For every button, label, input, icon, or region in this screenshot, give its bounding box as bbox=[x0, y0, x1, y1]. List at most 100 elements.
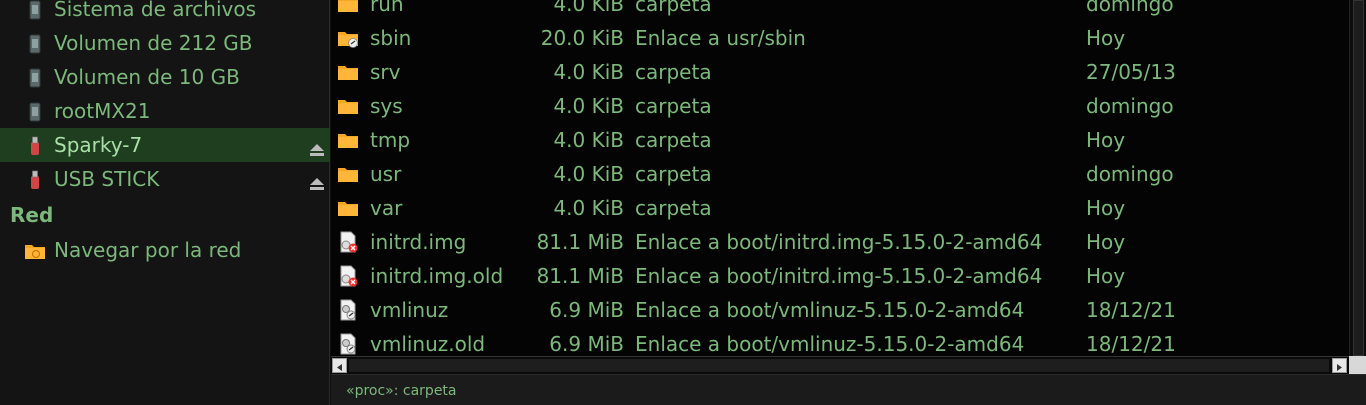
file-size: 81.1 MiB bbox=[536, 230, 624, 254]
file-name: initrd.img.old bbox=[370, 264, 504, 288]
file-size: 20.0 KiB bbox=[540, 26, 624, 50]
file-name: usr bbox=[370, 162, 402, 186]
file-name: tmp bbox=[370, 128, 411, 152]
file-size: 4.0 KiB bbox=[553, 60, 624, 84]
arrow-right-icon bbox=[1337, 364, 1342, 371]
file-name: run bbox=[370, 0, 404, 16]
file-date: domingo bbox=[1086, 162, 1174, 186]
file-size: 4.0 KiB bbox=[553, 0, 624, 16]
file-name: vmlinuz.old bbox=[370, 332, 486, 356]
horizontal-scrollbar[interactable] bbox=[331, 356, 1349, 374]
file-list[interactable]: run 4.0 KiB carpeta domingo sbin 20.0 KiB Enla… bbox=[331, 0, 1366, 374]
scroll-right-button[interactable] bbox=[1332, 358, 1347, 373]
folder-icon bbox=[337, 61, 359, 83]
file-type: Enlace a boot/vmlinuz-5.15.0-2-amd64 bbox=[635, 332, 1025, 356]
horizontal-scroll-thumb[interactable] bbox=[349, 359, 1329, 372]
file-row[interactable]: usr 4.0 KiB carpeta domingo bbox=[331, 157, 1349, 191]
eject-icon[interactable] bbox=[309, 172, 325, 190]
sidebar-item-label: Navegar por la red bbox=[54, 238, 242, 262]
folder-icon bbox=[337, 95, 359, 117]
sidebar-item-label: Volumen de 10 GB bbox=[54, 65, 240, 89]
sidebar-item-label: Sparky-7 bbox=[54, 133, 143, 157]
file-name: initrd.img bbox=[370, 230, 467, 254]
file-date: 18/12/21 bbox=[1086, 298, 1176, 322]
eject-icon[interactable] bbox=[309, 138, 325, 156]
drive-icon bbox=[24, 67, 44, 88]
sidebar-item-device[interactable]: Volumen de 10 GB bbox=[0, 60, 330, 94]
file-type: Enlace a usr/sbin bbox=[635, 26, 806, 50]
file-size: 6.9 MiB bbox=[549, 332, 624, 356]
folder-icon bbox=[337, 197, 359, 219]
sidebar: Sistema de archivos Volumen de 212 GB Volu… bbox=[0, 0, 330, 405]
file-row[interactable]: tmp 4.0 KiB carpeta Hoy bbox=[331, 123, 1349, 157]
scrollbar-corner bbox=[1349, 356, 1366, 374]
file-size: 4.0 KiB bbox=[553, 128, 624, 152]
file-row[interactable]: srv 4.0 KiB carpeta 27/05/13 bbox=[331, 55, 1349, 89]
file-date: Hoy bbox=[1086, 196, 1126, 220]
file-type: Enlace a boot/vmlinuz-5.15.0-2-amd64 bbox=[635, 298, 1025, 322]
folder-link-icon bbox=[337, 27, 359, 49]
file-type: carpeta bbox=[635, 94, 712, 118]
folder-icon bbox=[337, 0, 359, 15]
sidebar-item-device[interactable]: rootMX21 bbox=[0, 94, 330, 128]
file-type: carpeta bbox=[635, 162, 712, 186]
file-size: 4.0 KiB bbox=[553, 196, 624, 220]
file-row[interactable]: initrd.img.old 81.1 MiB Enlace a boot/init… bbox=[331, 259, 1349, 293]
file-type: carpeta bbox=[635, 128, 712, 152]
sidebar-item-label: Volumen de 212 GB bbox=[54, 31, 253, 55]
sidebar-item-label: Sistema de archivos bbox=[54, 0, 257, 21]
usb-drive-icon bbox=[24, 169, 44, 189]
file-name: sys bbox=[370, 94, 403, 118]
broken-link-icon bbox=[337, 231, 359, 253]
sidebar-item-device[interactable]: USB STICK bbox=[0, 162, 330, 196]
file-date: Hoy bbox=[1086, 230, 1126, 254]
status-text: «proc»: carpeta bbox=[346, 383, 457, 399]
file-row[interactable]: sbin 20.0 KiB Enlace a usr/sbin Hoy bbox=[331, 21, 1349, 55]
network-folder-icon bbox=[24, 240, 45, 260]
file-size: 4.0 KiB bbox=[553, 94, 624, 118]
file-date: domingo bbox=[1086, 0, 1174, 16]
file-type: carpeta bbox=[635, 60, 712, 84]
file-date: Hoy bbox=[1086, 128, 1126, 152]
file-row[interactable]: sys 4.0 KiB carpeta domingo bbox=[331, 89, 1349, 123]
file-size: 81.1 MiB bbox=[536, 264, 624, 288]
sidebar-item-device[interactable]: Sparky-7 bbox=[0, 128, 330, 162]
file-link-icon bbox=[337, 333, 359, 355]
status-bar: «proc»: carpeta bbox=[331, 374, 1366, 405]
file-name: vmlinuz bbox=[370, 298, 449, 322]
drive-icon bbox=[24, 101, 44, 122]
vertical-scrollbar[interactable] bbox=[1349, 0, 1366, 374]
broken-link-icon bbox=[337, 265, 359, 287]
scroll-left-button[interactable] bbox=[332, 358, 347, 373]
drive-icon bbox=[24, 33, 44, 54]
drive-icon bbox=[24, 0, 44, 20]
vertical-scroll-thumb[interactable] bbox=[1353, 0, 1364, 356]
sidebar-item-browse-network[interactable]: Navegar por la red bbox=[0, 233, 330, 267]
file-row[interactable]: run 4.0 KiB carpeta domingo bbox=[331, 0, 1349, 21]
usb-drive-icon bbox=[24, 135, 44, 155]
file-date: Hoy bbox=[1086, 26, 1126, 50]
sidebar-item-device[interactable]: Volumen de 212 GB bbox=[0, 26, 330, 60]
file-type: carpeta bbox=[635, 0, 712, 16]
file-name: srv bbox=[370, 60, 401, 84]
file-date: 18/12/21 bbox=[1086, 332, 1176, 356]
file-size: 4.0 KiB bbox=[553, 162, 624, 186]
sidebar-heading-network: Red bbox=[10, 203, 54, 227]
file-type: Enlace a boot/initrd.img-5.15.0-2-amd64 bbox=[635, 230, 1043, 254]
arrow-left-icon bbox=[337, 364, 342, 371]
folder-icon bbox=[337, 129, 359, 151]
sidebar-item-label: rootMX21 bbox=[54, 99, 151, 123]
file-type: Enlace a boot/initrd.img-5.15.0-2-amd64 bbox=[635, 264, 1043, 288]
file-name: sbin bbox=[370, 26, 412, 50]
file-size: 6.9 MiB bbox=[549, 298, 624, 322]
file-type: carpeta bbox=[635, 196, 712, 220]
file-date: 27/05/13 bbox=[1086, 60, 1176, 84]
file-row[interactable]: var 4.0 KiB carpeta Hoy bbox=[331, 191, 1349, 225]
file-row[interactable]: vmlinuz 6.9 MiB Enlace a boot/vmlinuz-5.15… bbox=[331, 293, 1349, 327]
file-date: domingo bbox=[1086, 94, 1174, 118]
sidebar-item-device[interactable]: Sistema de archivos bbox=[0, 0, 330, 26]
file-row[interactable]: initrd.img 81.1 MiB Enlace a boot/initrd.i… bbox=[331, 225, 1349, 259]
sidebar-item-label: USB STICK bbox=[54, 167, 160, 191]
file-name: var bbox=[370, 196, 403, 220]
folder-icon bbox=[337, 163, 359, 185]
